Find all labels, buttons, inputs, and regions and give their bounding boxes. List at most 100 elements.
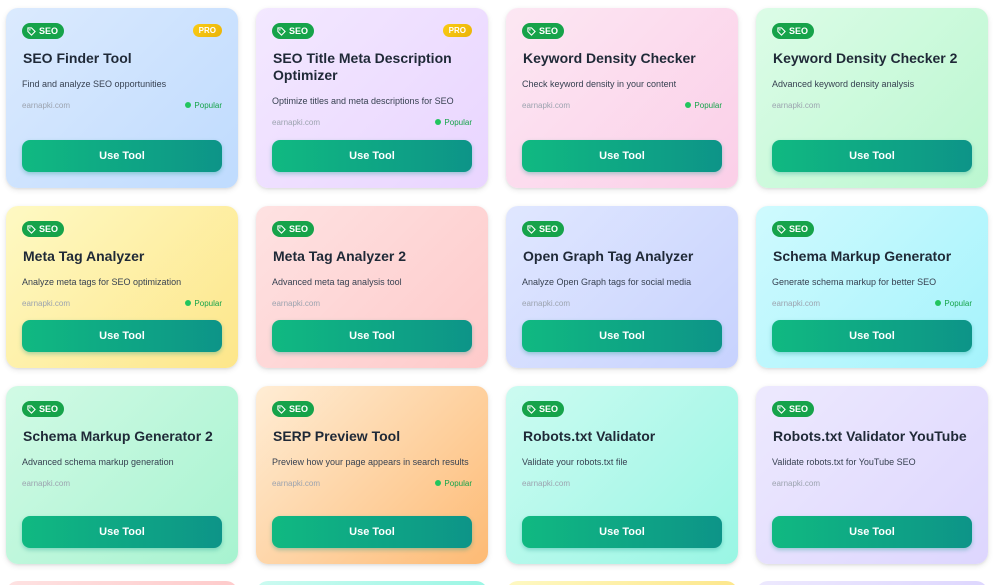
popular-label: Popular (444, 478, 472, 488)
badge-label: SEO (289, 224, 309, 234)
popular-label: Popular (944, 298, 972, 308)
tag-icon (777, 404, 786, 414)
tool-card-seo-finder: SEO PRO SEO Finder Tool Find and analyze… (6, 8, 238, 188)
site-label: earnapki.com (522, 100, 571, 110)
card-meta: earnapki.com Popular (22, 296, 222, 310)
category-badge: SEO (772, 23, 815, 39)
card-description: Analyze Open Graph tags for social media (522, 277, 692, 287)
category-badge: SEO (272, 23, 315, 39)
card-title: Meta Tag Analyzer 2 (273, 248, 407, 264)
badge-label: SEO (39, 26, 59, 36)
card-description: Advanced keyword density analysis (772, 79, 915, 89)
site-label: earnapki.com (522, 478, 571, 488)
tool-card-meta-tag-analyzer: SEO Meta Tag Analyzer Analyze meta tags … (6, 206, 238, 368)
popular-indicator: Popular (435, 479, 472, 488)
tool-card-seo-title-meta-optimizer: SEO PRO SEO Title Meta Description Optim… (256, 8, 488, 188)
card-meta: earnapki.com (272, 296, 472, 310)
card-meta: earnapki.com (772, 98, 972, 112)
card-title: Keyword Density Checker (523, 50, 696, 66)
card-title: Robots.txt Validator YouTube (773, 428, 967, 444)
card-meta: earnapki.com Popular (272, 476, 472, 490)
card-meta: earnapki.com Popular (522, 98, 722, 112)
site-label: earnapki.com (272, 117, 321, 127)
tool-card-keyword-density-checker-2: SEO Keyword Density Checker 2 Advanced k… (756, 8, 988, 188)
category-badge: SEO (522, 23, 565, 39)
use-tool-button[interactable]: Use Tool (272, 320, 472, 352)
card-meta: earnapki.com Popular (772, 296, 972, 310)
popular-label: Popular (194, 100, 222, 110)
tag-icon (277, 404, 286, 414)
category-badge: SEO (522, 401, 565, 417)
tool-card-robots-txt-validator-youtube: SEO Robots.txt Validator YouTube Validat… (756, 386, 988, 564)
popular-indicator: Popular (935, 299, 972, 308)
tool-card-schema-markup-generator: SEO Schema Markup Generator Generate sch… (756, 206, 988, 368)
site-label: earnapki.com (272, 478, 321, 488)
badge-label: SEO (289, 404, 309, 414)
badge-label: SEO (289, 26, 309, 36)
card-meta: earnapki.com (522, 476, 722, 490)
card-title: Keyword Density Checker 2 (773, 50, 958, 66)
tag-icon (27, 26, 36, 36)
tag-icon (27, 404, 36, 414)
category-badge: SEO (272, 221, 315, 237)
site-label: earnapki.com (772, 100, 821, 110)
use-tool-button[interactable]: Use Tool (772, 140, 972, 172)
card-description: Advanced schema markup generation (22, 457, 174, 467)
card-description: Generate schema markup for better SEO (772, 277, 937, 287)
category-badge: SEO (22, 221, 65, 237)
badge-label: SEO (539, 224, 559, 234)
popular-dot-icon (935, 300, 942, 306)
card-description: Optimize titles and meta descriptions fo… (272, 96, 454, 106)
popular-dot-icon (435, 119, 442, 125)
card-description: Advanced meta tag analysis tool (272, 277, 402, 287)
use-tool-button[interactable]: Use Tool (272, 516, 472, 548)
badge-label: SEO (789, 26, 809, 36)
popular-label: Popular (694, 100, 722, 110)
use-tool-button[interactable]: Use Tool (22, 320, 222, 352)
popular-dot-icon (685, 102, 692, 108)
card-title: Schema Markup Generator 2 (23, 428, 213, 444)
use-tool-button[interactable]: Use Tool (772, 320, 972, 352)
tool-card-keyword-density-checker: SEO Keyword Density Checker Check keywor… (506, 8, 738, 188)
popular-dot-icon (185, 300, 192, 306)
card-description: Find and analyze SEO opportunities (22, 79, 167, 89)
card-meta: earnapki.com (772, 476, 972, 490)
popular-indicator: Popular (185, 299, 222, 308)
badge-label: SEO (539, 26, 559, 36)
popular-indicator: Popular (185, 101, 222, 110)
badge-label: SEO (789, 224, 809, 234)
use-tool-button[interactable]: Use Tool (772, 516, 972, 548)
tag-icon (527, 224, 536, 234)
site-label: earnapki.com (772, 478, 821, 488)
use-tool-button[interactable]: Use Tool (522, 140, 722, 172)
card-title: Meta Tag Analyzer (23, 248, 145, 264)
card-title: SERP Preview Tool (273, 428, 401, 444)
tool-card-open-graph-tag-analyzer: SEO Open Graph Tag Analyzer Analyze Open… (506, 206, 738, 368)
badge-label: SEO (539, 404, 559, 414)
use-tool-button[interactable]: Use Tool (272, 140, 472, 172)
popular-dot-icon (435, 480, 442, 486)
use-tool-button[interactable]: Use Tool (522, 320, 722, 352)
use-tool-button[interactable]: Use Tool (522, 516, 722, 548)
category-badge: SEO (272, 401, 315, 417)
card-title: SEO Finder Tool (23, 50, 132, 66)
tag-icon (527, 26, 536, 36)
card-meta: earnapki.com (522, 296, 722, 310)
badge-label: SEO (39, 224, 59, 234)
tag-icon (527, 404, 536, 414)
site-label: earnapki.com (22, 100, 71, 110)
use-tool-button[interactable]: Use Tool (22, 140, 222, 172)
category-badge: SEO (22, 401, 65, 417)
card-meta: earnapki.com (22, 476, 222, 490)
pro-badge: PRO (442, 24, 472, 37)
site-label: earnapki.com (22, 298, 71, 308)
use-tool-button[interactable]: Use Tool (22, 516, 222, 548)
pro-badge: PRO (192, 24, 222, 37)
tool-card-partial (256, 581, 488, 585)
tag-icon (777, 26, 786, 36)
badge-label: SEO (789, 404, 809, 414)
site-label: earnapki.com (22, 478, 71, 488)
category-badge: SEO (772, 221, 815, 237)
site-label: earnapki.com (772, 298, 821, 308)
tag-icon (777, 224, 786, 234)
